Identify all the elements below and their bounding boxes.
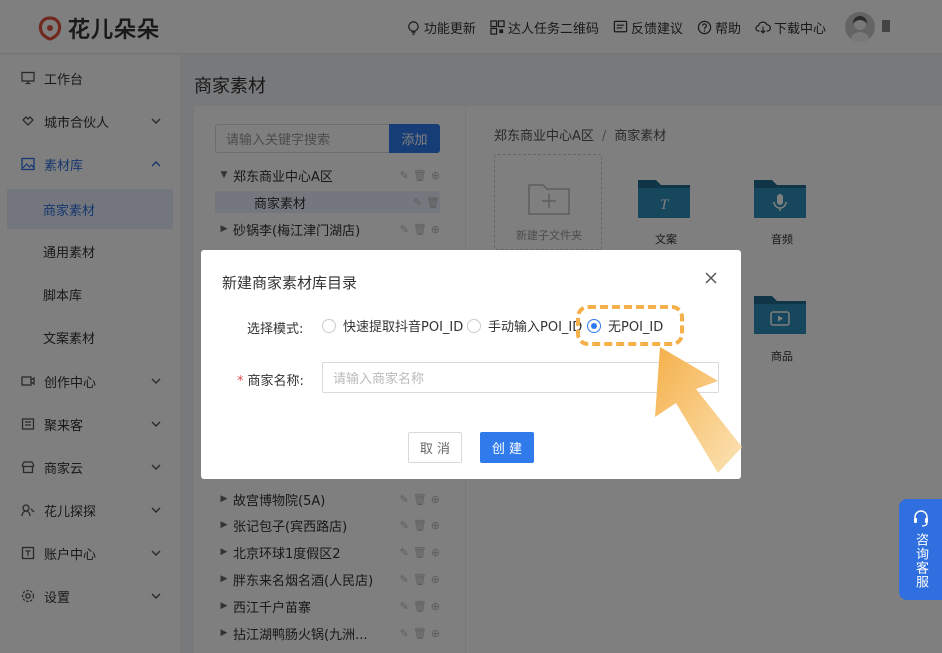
- merchant-name-label-text: 商家名称:: [247, 374, 304, 389]
- create-button[interactable]: 创 建: [480, 432, 534, 463]
- radio-circle[interactable]: [322, 318, 336, 333]
- radio-manual-input[interactable]: 手动输入POI_ID: [467, 316, 582, 335]
- highlight-annotation: [576, 305, 684, 346]
- radio-quick-extract[interactable]: 快速提取抖音POI_ID: [322, 316, 463, 335]
- required-mark: *: [237, 374, 244, 389]
- merchant-name-label: * 商家名称:: [237, 370, 304, 389]
- pointer-arrow-icon: [655, 347, 742, 473]
- customer-service-button[interactable]: 咨询客服: [899, 499, 942, 600]
- cancel-button[interactable]: 取 消: [408, 432, 462, 463]
- mode-label: 选择模式:: [247, 322, 304, 337]
- close-icon[interactable]: [703, 270, 719, 286]
- headset-icon: [913, 510, 928, 527]
- radio-circle[interactable]: [467, 318, 481, 333]
- radio-label: 快速提取抖音POI_ID: [343, 320, 464, 335]
- dialog-title: 新建商家素材库目录: [222, 274, 358, 292]
- radio-label: 手动输入POI_ID: [488, 320, 583, 335]
- customer-service-label: 咨询客服: [913, 533, 928, 589]
